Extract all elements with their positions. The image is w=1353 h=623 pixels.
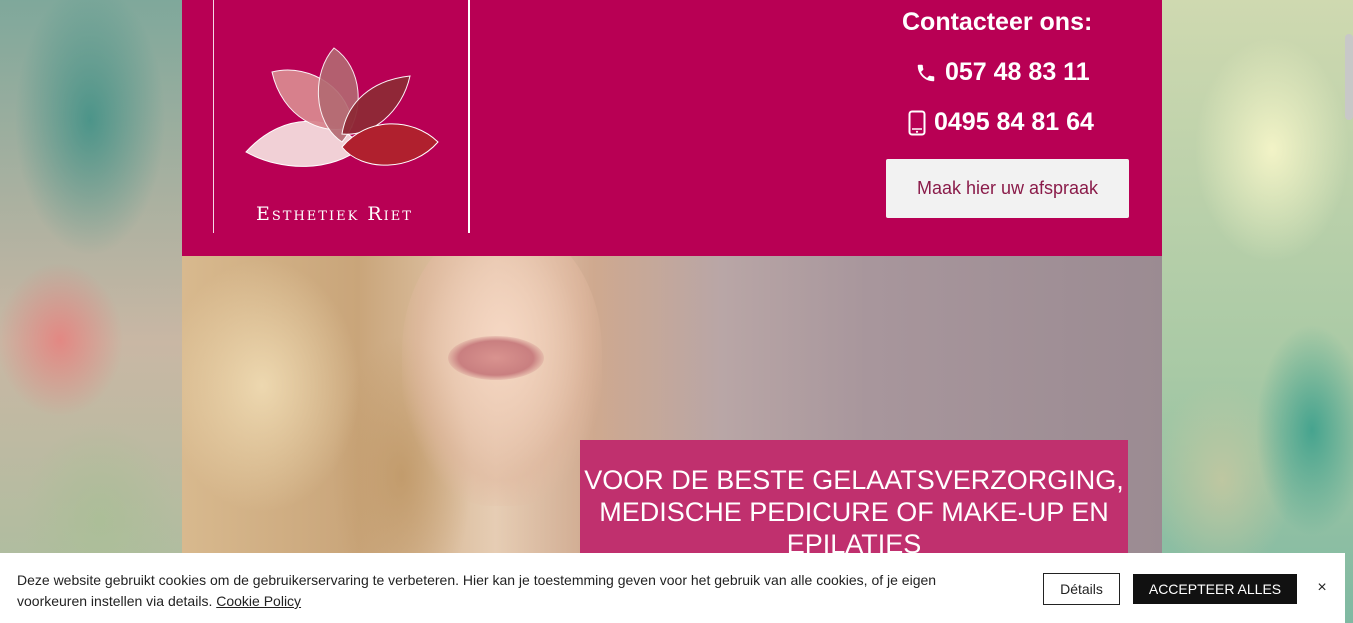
accept-all-button[interactable]: ACCEPTEER ALLES: [1133, 574, 1297, 604]
phone-mobile-number: 0495 84 81 64: [934, 108, 1094, 136]
brand-name: Esthetiek Riet: [256, 203, 413, 225]
site-header: Esthetiek Riet Contacteer ons: 057 48 83…: [182, 0, 1162, 256]
lotus-logo-icon: [245, 47, 439, 167]
cookie-message: Deze website gebruikt cookies om de gebr…: [17, 570, 977, 612]
background-right: [1162, 0, 1353, 623]
details-button[interactable]: Détails: [1043, 573, 1120, 605]
scrollbar[interactable]: [1345, 34, 1353, 120]
hero-caption: VOOR DE BESTE GELAATSVERZORGING, MEDISCH…: [584, 465, 1124, 553]
hero-banner: VOOR DE BESTE GELAATSVERZORGING, MEDISCH…: [182, 256, 1162, 553]
phone-landline-number: 057 48 83 11: [945, 58, 1090, 86]
phone-icon: [917, 64, 935, 81]
make-appointment-button[interactable]: Maak hier uw afspraak: [886, 159, 1129, 218]
logo[interactable]: Esthetiek Riet: [213, 0, 470, 233]
close-icon[interactable]: ×: [1313, 579, 1331, 597]
contact-title: Contacteer ons:: [902, 8, 1093, 36]
hero-caption-box: VOOR DE BESTE GELAATSVERZORGING, MEDISCH…: [580, 440, 1128, 553]
hero-image-lips: [448, 336, 544, 380]
mobile-phone-icon: [908, 110, 926, 135]
hero-image-face: [402, 256, 602, 506]
phone-landline[interactable]: 057 48 83 11: [915, 58, 1090, 87]
cookie-banner: Deze website gebruikt cookies om de gebr…: [0, 553, 1345, 623]
phone-mobile[interactable]: 0495 84 81 64: [908, 108, 1094, 137]
cookie-text: Deze website gebruikt cookies om de gebr…: [17, 572, 937, 609]
cookie-policy-link[interactable]: Cookie Policy: [216, 593, 301, 609]
background-left: [0, 0, 182, 623]
